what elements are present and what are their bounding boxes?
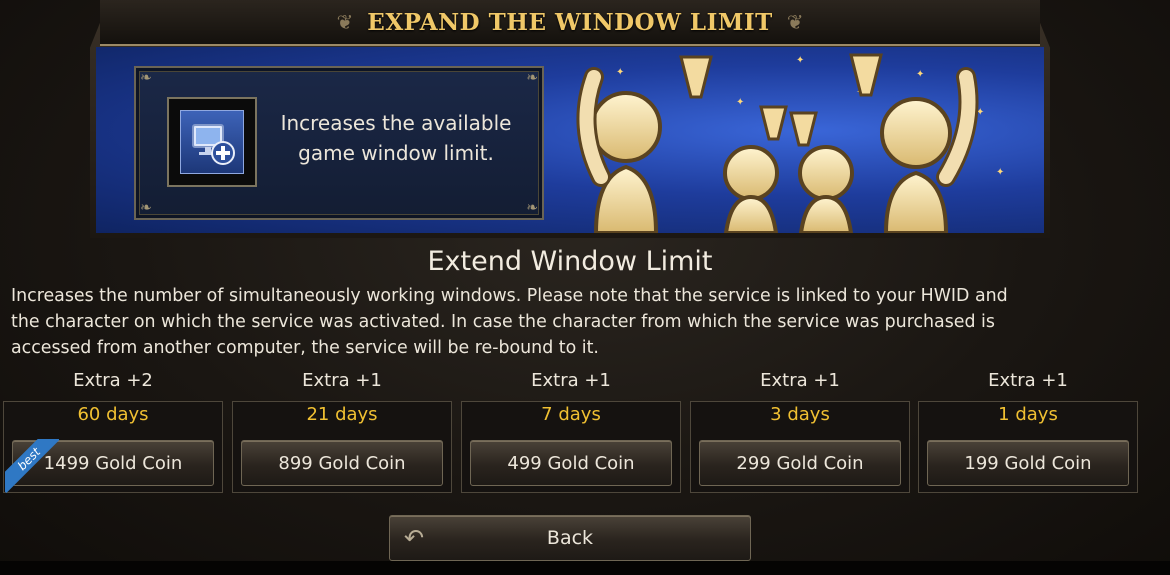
back-button[interactable]: ↶ Back (389, 515, 751, 561)
option-duration: 21 days (306, 404, 378, 425)
price-label: 199 Gold Coin (964, 452, 1092, 474)
corner-ornament-icon: ❧ (526, 70, 538, 86)
purchase-option: Extra +1 1 days 199 Gold Coin (918, 366, 1138, 493)
buy-button-3-days[interactable]: 299 Gold Coin (699, 440, 901, 486)
corner-ornament-icon: ❧ (140, 200, 152, 216)
section-description: Increases the number of simultaneously w… (11, 283, 1151, 361)
option-duration: 1 days (998, 404, 1058, 425)
best-badge-label: best (5, 439, 59, 493)
price-label: 1499 Gold Coin (43, 452, 183, 474)
purchase-option: Extra +2 60 days best 1499 Gold Coin (3, 366, 223, 493)
back-button-label: Back (546, 527, 594, 549)
option-box: 21 days 899 Gold Coin (232, 401, 452, 493)
ornament-icon: ❦ (336, 10, 354, 34)
purchase-option: Extra +1 3 days 299 Gold Coin (690, 366, 910, 493)
corner-ornament-icon: ❧ (526, 200, 538, 216)
description-line: accessed from another computer, the serv… (11, 338, 599, 358)
buy-button-7-days[interactable]: 499 Gold Coin (470, 440, 672, 486)
title-bar: ❦ EXPAND THE WINDOW LIMIT ❦ (100, 0, 1040, 46)
price-label: 499 Gold Coin (507, 452, 635, 474)
purchase-option: Extra +1 7 days 499 Gold Coin (461, 366, 681, 493)
back-arrow-icon: ↶ (404, 524, 425, 552)
monitor-plus-icon (180, 110, 244, 174)
option-label: Extra +2 (73, 370, 153, 391)
option-box: 1 days 199 Gold Coin (918, 401, 1138, 493)
purchase-option: Extra +1 21 days 899 Gold Coin (232, 366, 452, 493)
service-icon-frame (167, 97, 257, 187)
option-duration: 7 days (541, 404, 601, 425)
buy-button-60-days[interactable]: best 1499 Gold Coin (5, 439, 214, 493)
option-duration: 3 days (770, 404, 830, 425)
service-description-line: Increases the available (280, 111, 512, 135)
option-box: 3 days 299 Gold Coin (690, 401, 910, 493)
buy-button-21-days[interactable]: 899 Gold Coin (241, 440, 443, 486)
option-label: Extra +1 (988, 370, 1068, 391)
option-duration: 60 days (77, 404, 149, 425)
option-label: Extra +1 (760, 370, 840, 391)
section-title: Extend Window Limit (427, 246, 713, 277)
option-label: Extra +1 (302, 370, 382, 391)
description-line: Increases the number of simultaneously w… (11, 286, 1008, 306)
option-box: 60 days best 1499 Gold Coin (3, 401, 223, 493)
service-description-line: game window limit. (298, 141, 494, 165)
description-line: the character on which the service was a… (11, 312, 995, 332)
service-description: Increases the available game window limi… (262, 108, 530, 168)
price-label: 299 Gold Coin (736, 452, 864, 474)
corner-ornament-icon: ❧ (140, 70, 152, 86)
ornament-icon: ❦ (786, 10, 804, 34)
price-label: 899 Gold Coin (278, 452, 406, 474)
option-box: 7 days 499 Gold Coin (461, 401, 681, 493)
buy-button-1-day[interactable]: 199 Gold Coin (927, 440, 1129, 486)
best-badge: best (5, 439, 59, 493)
bottom-bar (0, 561, 1170, 575)
option-label: Extra +1 (531, 370, 611, 391)
window-title: EXPAND THE WINDOW LIMIT (367, 8, 773, 36)
